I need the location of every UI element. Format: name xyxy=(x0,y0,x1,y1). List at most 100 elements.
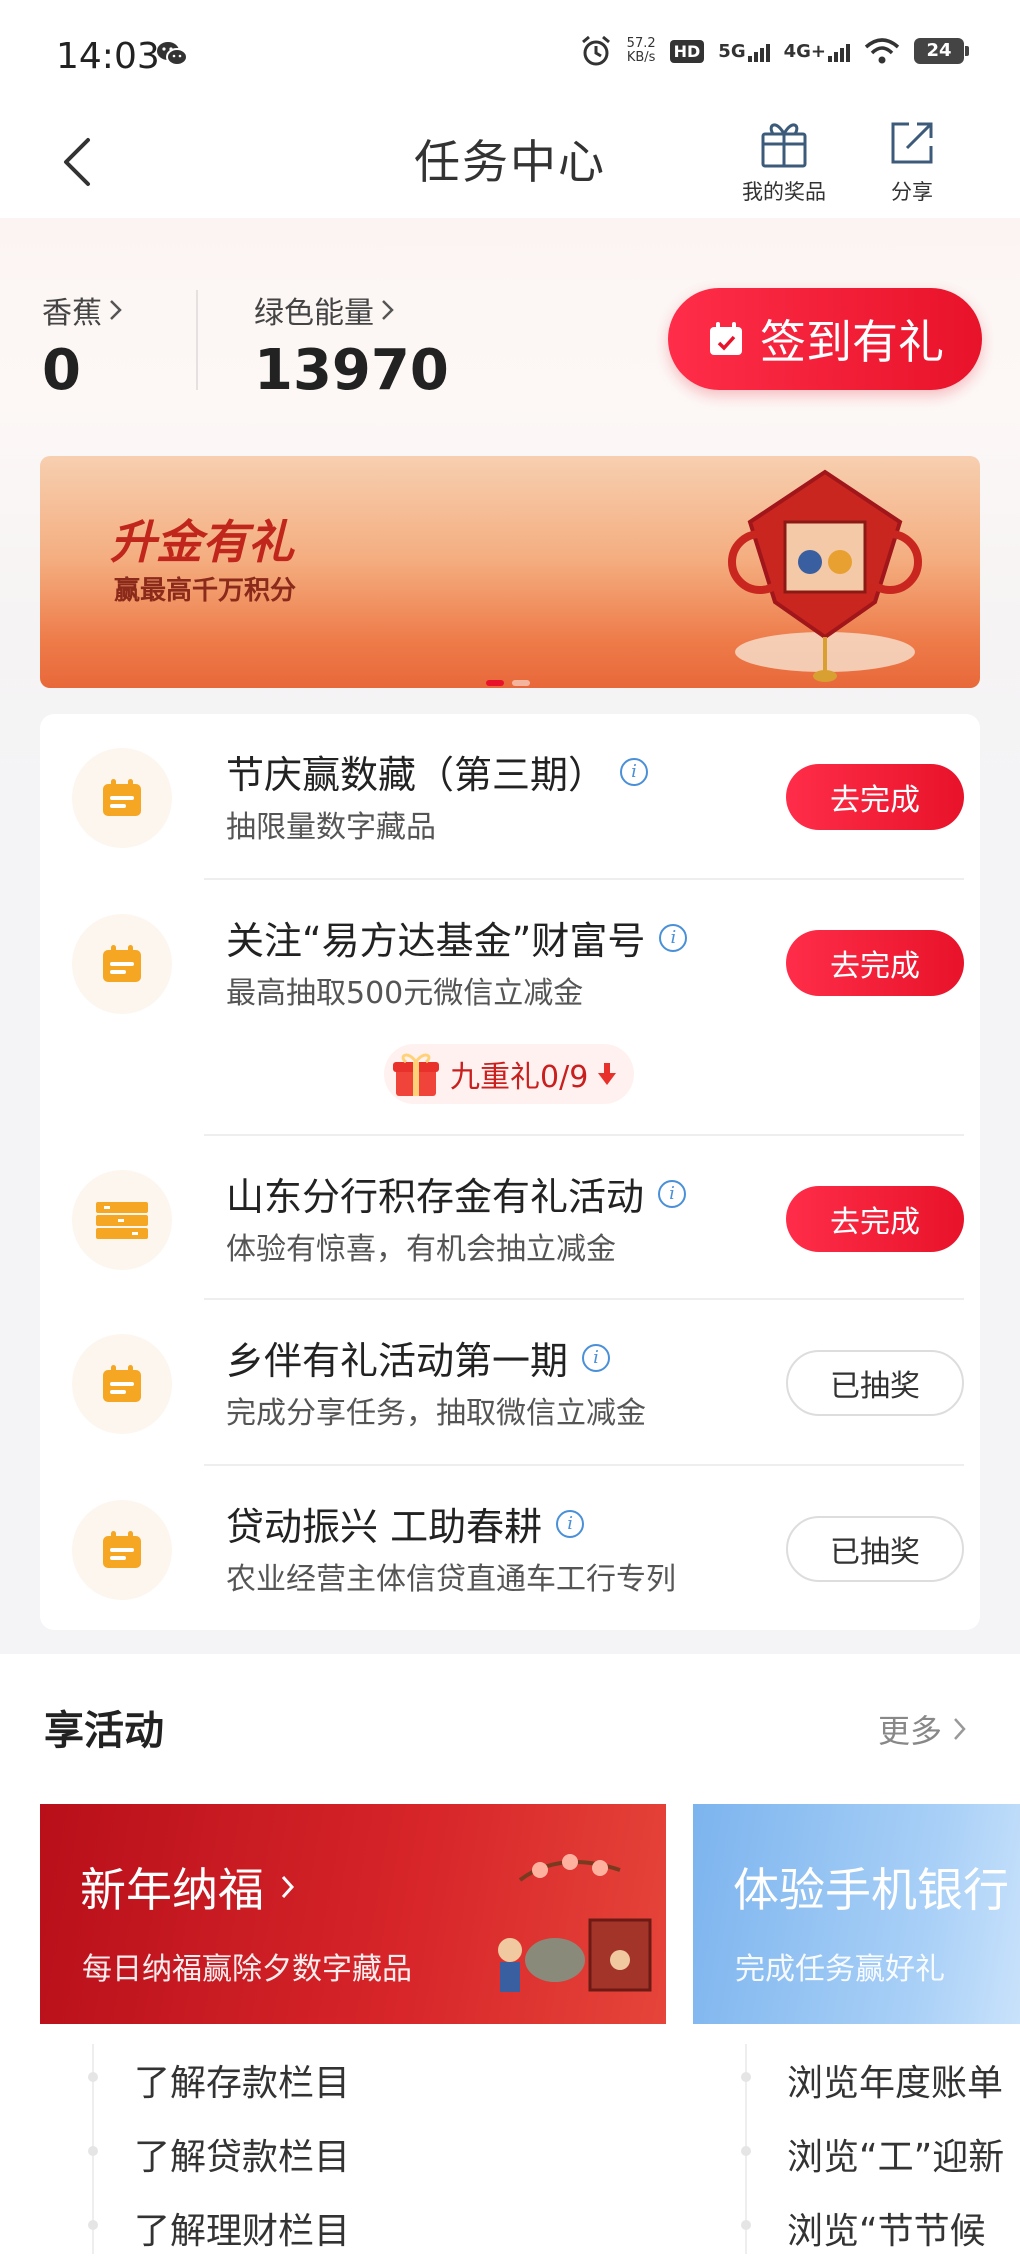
signin-label: 签到有礼 xyxy=(760,315,944,369)
status-time: 14:03 xyxy=(56,36,160,77)
banner-pagination xyxy=(486,680,530,686)
timeline-dot xyxy=(741,2072,751,2082)
chinese-knot-illustration xyxy=(728,469,922,682)
divider xyxy=(204,1298,964,1300)
calendar-icon xyxy=(103,1365,141,1402)
nine-gifts-label: 九重礼0/9 xyxy=(450,1060,589,1095)
calendar-check-icon xyxy=(710,322,742,355)
info-icon[interactable]: i xyxy=(620,757,649,786)
signin-gift-button[interactable]: 签到有礼 xyxy=(668,288,982,390)
go-complete-button[interactable]: 去完成 xyxy=(786,930,964,996)
task-icon xyxy=(72,1334,172,1434)
already-drawn-button[interactable]: 已抽奖 xyxy=(786,1350,964,1416)
task-description: 抽限量数字藏品 xyxy=(226,810,436,845)
activity-task-item[interactable]: 了解贷款栏目 xyxy=(134,2128,350,2180)
task-list: 节庆赢数藏（第三期） i 抽限量数字藏品 去完成 关注“易方达基金”财富号 i 最高… xyxy=(40,714,980,1630)
calendar-icon xyxy=(103,779,141,816)
activity-card-subtitle: 每日纳福赢除夕数字藏品 xyxy=(82,1952,412,1987)
go-complete-button[interactable]: 去完成 xyxy=(786,1186,964,1252)
go-complete-button[interactable]: 去完成 xyxy=(786,764,964,830)
gift-box-icon xyxy=(393,1053,439,1096)
timeline-dot xyxy=(88,2146,98,2156)
chevron-right-icon xyxy=(281,1875,295,1899)
divider xyxy=(204,1464,964,1466)
task-title: 乡伴有礼活动第一期 i xyxy=(226,1330,611,1385)
activity-task-item[interactable]: 浏览“节节候 xyxy=(787,2202,986,2254)
task-description: 农业经营主体信贷直通车工行专列 xyxy=(226,1562,676,1597)
nav-bar: 任务中心 我的奖品 分享 xyxy=(0,112,1020,218)
banner-subtitle: 赢最高千万积分 xyxy=(114,576,297,606)
banner-title: 升金有礼 xyxy=(110,515,294,569)
divider xyxy=(204,1134,964,1136)
activity-card-header: 新年纳福 每日纳福赢除夕数字藏品 xyxy=(40,1804,666,2024)
info-icon[interactable]: i xyxy=(556,1509,585,1538)
activity-card-mobile-banking[interactable]: 体验手机银行 完成任务赢好礼 浏览年度账单 浏览“工”迎新 浏览“节节候 xyxy=(693,1804,1020,2267)
timeline-dot xyxy=(88,2072,98,2082)
section-title: 享活动 xyxy=(44,1708,164,1754)
more-link[interactable]: 更多 xyxy=(878,1706,968,1752)
timeline-dot xyxy=(88,2220,98,2230)
already-drawn-button[interactable]: 已抽奖 xyxy=(786,1516,964,1582)
green-energy-label: 绿色能量 xyxy=(254,296,374,331)
divider xyxy=(204,878,964,880)
my-prizes-button[interactable]: 我的奖品 xyxy=(729,112,839,206)
my-prizes-label: 我的奖品 xyxy=(742,180,826,204)
nine-gifts-toggle[interactable]: 九重礼0/9 xyxy=(384,1044,635,1104)
activity-card-title: 新年纳福 xyxy=(80,1854,296,1920)
arrow-down-icon xyxy=(598,1063,617,1085)
banana-value: 0 xyxy=(42,338,81,403)
activity-card-new-year[interactable]: 新年纳福 每日纳福赢除夕数字藏品 了解存款栏目 了解贷款栏目 了解理财栏目 xyxy=(40,1804,666,2267)
signal-sim1: 5G xyxy=(718,41,770,62)
new-year-illustration xyxy=(498,1854,652,1992)
task-description: 最高抽取500元微信立减金 xyxy=(226,976,584,1011)
activity-card-subtitle: 完成任务赢好礼 xyxy=(735,1952,945,1987)
activity-card-body: 了解存款栏目 了解贷款栏目 了解理财栏目 xyxy=(40,2024,666,2267)
green-energy-value: 13970 xyxy=(254,338,449,403)
banana-label: 香蕉 xyxy=(42,296,102,331)
share-label: 分享 xyxy=(891,180,933,204)
task-description: 完成分享任务，抽取微信立减金 xyxy=(226,1396,646,1431)
alarm-icon xyxy=(581,35,610,66)
gift-icon xyxy=(761,123,807,168)
info-icon[interactable]: i xyxy=(658,1179,687,1208)
chevron-right-icon xyxy=(954,1718,966,1740)
chevron-right-icon xyxy=(110,300,122,320)
task-icon xyxy=(72,1500,172,1600)
task-title: 贷动振兴 工助春耕 i xyxy=(226,1496,585,1551)
battery-indicator: 24 xyxy=(914,38,969,64)
timeline-dot xyxy=(741,2220,751,2230)
task-title: 节庆赢数藏（第三期） i xyxy=(226,744,649,799)
calendar-icon xyxy=(103,945,141,982)
timeline-dot xyxy=(741,2146,751,2156)
activity-task-item[interactable]: 浏览“工”迎新 xyxy=(787,2128,1004,2180)
info-icon[interactable]: i xyxy=(659,923,688,952)
task-title: 山东分行积存金有礼活动 i xyxy=(226,1166,687,1221)
banana-stat[interactable]: 香蕉 0 xyxy=(42,288,124,403)
task-description: 体验有惊喜，有机会抽立减金 xyxy=(226,1232,616,1267)
task-title: 关注“易方达基金”财富号 i xyxy=(226,910,688,965)
wifi-icon xyxy=(864,38,900,64)
signal-sim2: 4G+ xyxy=(784,41,850,62)
activity-task-item[interactable]: 了解存款栏目 xyxy=(134,2054,350,2106)
share-icon xyxy=(891,122,933,164)
calendar-icon xyxy=(103,1531,141,1568)
status-bar: 14:03 57.2 KB/s HD 5G 4G+ 24 xyxy=(0,0,1020,112)
task-icon xyxy=(72,748,172,848)
promo-banner[interactable]: 升金有礼 赢最高千万积分 xyxy=(40,456,980,688)
activities-section: 享活动 更多 新年纳福 每日纳福赢除夕数字藏品 了解存款栏目 了解贷款栏目 了解… xyxy=(0,1654,1020,2267)
activity-card-header: 体验手机银行 完成任务赢好礼 xyxy=(693,1804,1020,2024)
task-icon xyxy=(72,1170,172,1270)
activity-task-item[interactable]: 了解理财栏目 xyxy=(134,2202,350,2254)
green-energy-stat[interactable]: 绿色能量 13970 xyxy=(254,288,449,403)
chevron-right-icon xyxy=(382,300,394,320)
gold-bars-icon xyxy=(96,1202,148,1239)
info-icon[interactable]: i xyxy=(582,1343,611,1372)
net-speed: 57.2 KB/s xyxy=(626,36,656,65)
activity-card-title: 体验手机银行 xyxy=(733,1863,1009,1917)
hd-icon: HD xyxy=(669,39,705,63)
share-button[interactable]: 分享 xyxy=(857,112,967,206)
activity-card-body: 浏览年度账单 浏览“工”迎新 浏览“节节候 xyxy=(693,2024,1020,2267)
task-icon xyxy=(72,914,172,1014)
activity-task-item[interactable]: 浏览年度账单 xyxy=(787,2054,1003,2106)
wechat-icon xyxy=(157,42,188,66)
